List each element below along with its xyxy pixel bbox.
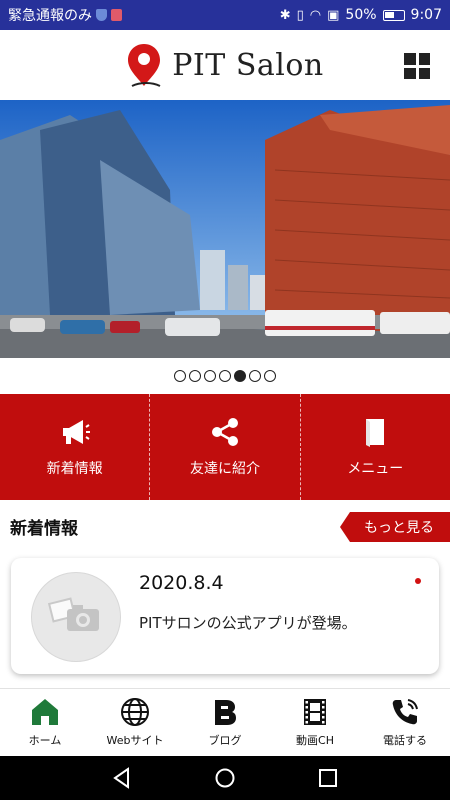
recents-icon[interactable]: [317, 767, 339, 789]
book-icon: [366, 419, 385, 447]
brand-logo: PIT Salon: [126, 42, 324, 88]
tab-home[interactable]: ホーム: [0, 689, 90, 756]
carousel-dot[interactable]: [189, 370, 201, 382]
sim-icon: ▣: [327, 7, 340, 23]
back-icon[interactable]: [111, 767, 133, 789]
carousel-indicator: [0, 358, 450, 394]
shield-icon: [96, 9, 107, 21]
tab-blog[interactable]: ブログ: [180, 689, 270, 756]
quick-menu-label: メニュー: [347, 461, 404, 477]
system-nav-bar: [0, 756, 450, 800]
news-card[interactable]: 2020.8.4 PITサロンの公式アプリが登場。: [11, 558, 439, 674]
carrier-text: 緊急通報のみ: [8, 8, 92, 24]
tab-website[interactable]: Webサイト: [90, 689, 180, 756]
vibrate-icon: ▯: [296, 7, 304, 23]
tab-label: ホーム: [28, 734, 62, 747]
carousel-dot[interactable]: [219, 370, 231, 382]
tab-label: 電話する: [383, 734, 427, 747]
status-bar: 緊急通報のみ ✱ ▯ ◠ ▣ 50% 9:07: [0, 0, 450, 30]
news-thumbnail: [31, 572, 121, 662]
quick-menu-menu[interactable]: メニュー: [301, 394, 450, 500]
bluetooth-icon: ✱: [279, 7, 291, 23]
news-date: 2020.8.4: [139, 572, 224, 594]
quick-menu: 新着情報 友達に紹介 メニュー: [0, 394, 450, 500]
carousel-dot[interactable]: [264, 370, 276, 382]
app-notification-icon: [111, 9, 122, 21]
home-icon: [32, 699, 58, 725]
wifi-icon: ◠: [309, 7, 322, 23]
phone-icon: [392, 699, 418, 725]
hero-image[interactable]: [0, 100, 450, 358]
news-section-header: 新着情報 もっと見る: [0, 508, 450, 544]
carousel-dot[interactable]: [174, 370, 186, 382]
bottom-tab-bar: ホーム Webサイト ブログ 動画CH 電話する: [0, 688, 450, 756]
quick-menu-label: 友達に紹介: [189, 461, 260, 477]
home-button-icon[interactable]: [214, 767, 236, 789]
tab-phone[interactable]: 電話する: [360, 689, 450, 756]
carousel-dot[interactable]: [249, 370, 261, 382]
tab-label: Webサイト: [106, 734, 164, 747]
megaphone-icon: [62, 420, 90, 444]
unread-indicator: [415, 578, 421, 584]
app-header: PIT Salon: [0, 30, 450, 100]
carousel-dot[interactable]: [204, 370, 216, 382]
location-pin-icon: [128, 44, 161, 87]
blog-icon: [215, 700, 236, 725]
news-section-title: 新着情報: [10, 519, 78, 539]
city-photo: [0, 100, 450, 358]
news-text: PITサロンの公式アプリが登場。: [139, 614, 357, 632]
tab-video[interactable]: 動画CH: [270, 689, 360, 756]
quick-menu-share[interactable]: 友達に紹介: [150, 394, 301, 500]
film-icon: [304, 699, 326, 725]
globe-icon: [121, 698, 149, 726]
grid-menu-icon[interactable]: [404, 53, 430, 79]
more-button[interactable]: もっと見る: [340, 512, 450, 542]
quick-menu-news[interactable]: 新着情報: [0, 394, 151, 500]
battery-icon: [382, 9, 405, 21]
quick-menu-label: 新着情報: [46, 461, 103, 477]
photo-placeholder-icon: [47, 597, 99, 631]
tab-label: 動画CH: [296, 734, 334, 747]
tab-label: ブログ: [208, 734, 242, 747]
clock: 9:07: [410, 7, 442, 23]
brand-name: PIT Salon: [172, 47, 324, 83]
battery-percent: 50%: [345, 7, 377, 23]
carousel-dot[interactable]: [234, 370, 246, 382]
share-icon: [211, 418, 238, 446]
